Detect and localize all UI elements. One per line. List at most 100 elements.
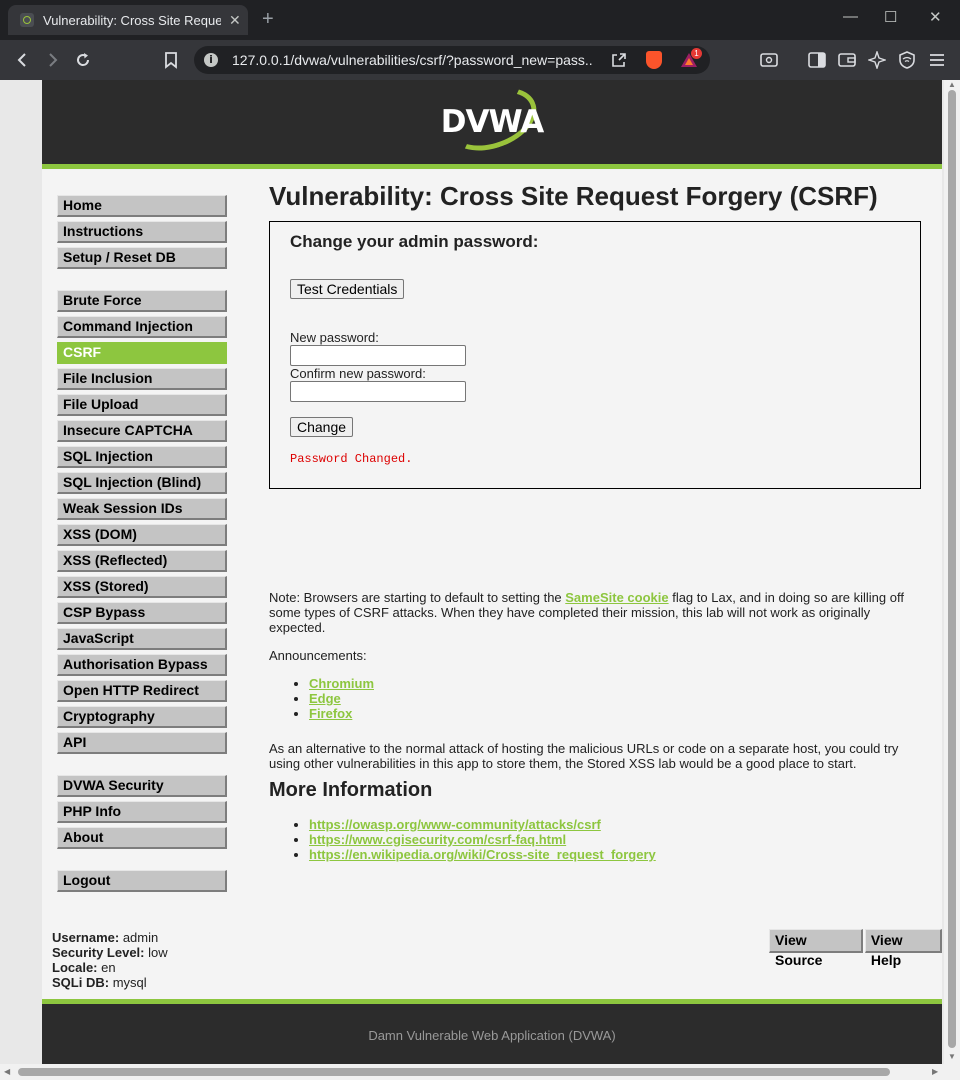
samesite-cookie-link[interactable]: SameSite cookie: [565, 590, 668, 605]
tab-title: Vulnerability: Cross Site Request: [43, 12, 221, 28]
menu-item-api[interactable]: API: [57, 732, 227, 754]
menu-item-instructions[interactable]: Instructions: [57, 221, 227, 243]
horizontal-scrollbar[interactable]: ◀ ▶: [0, 1064, 960, 1080]
menu-item-command-injection[interactable]: Command Injection: [57, 316, 227, 338]
change-button[interactable]: Change: [290, 417, 354, 437]
scroll-up-icon[interactable]: ▲: [948, 80, 956, 89]
menu-group-general: Home Instructions Setup / Reset DB: [57, 195, 227, 269]
list-item: Edge: [309, 691, 374, 706]
share-icon[interactable]: [610, 51, 628, 74]
menu-item-about[interactable]: About: [57, 827, 227, 849]
scroll-left-icon[interactable]: ◀: [4, 1067, 10, 1076]
menu-item-dvwa-security[interactable]: DVWA Security: [57, 775, 227, 797]
dvwa-logo[interactable]: DVWA: [438, 80, 546, 162]
wallet-icon[interactable]: [835, 48, 859, 72]
menu-item-xss-dom[interactable]: XSS (DOM): [57, 524, 227, 546]
samesite-note: Note: Browsers are starting to default t…: [269, 590, 919, 635]
list-item: https://en.wikipedia.org/wiki/Cross-site…: [309, 847, 656, 862]
vertical-scroll-thumb[interactable]: [948, 90, 956, 1048]
forward-icon[interactable]: [40, 48, 64, 72]
menu-item-logout[interactable]: Logout: [57, 870, 227, 892]
new-tab-icon[interactable]: +: [262, 9, 274, 29]
menu-item-file-inclusion[interactable]: File Inclusion: [57, 368, 227, 390]
minimize-icon[interactable]: —: [843, 8, 858, 25]
sqli-db-row: SQLi DB: mysql: [52, 975, 168, 990]
menu-item-javascript[interactable]: JavaScript: [57, 628, 227, 650]
main-menu: Home Instructions Setup / Reset DB Brute…: [57, 195, 227, 896]
address-bar[interactable]: i 127.0.0.1/dvwa/vulnerabilities/csrf/?p…: [194, 46, 710, 74]
view-help-button[interactable]: View Help: [864, 929, 942, 968]
view-source-button[interactable]: View Source: [769, 929, 863, 968]
confirm-password-field[interactable]: [290, 381, 466, 402]
menu-item-sql-injection[interactable]: SQL Injection: [57, 446, 227, 468]
menu-item-file-upload[interactable]: File Upload: [57, 394, 227, 416]
menu-item-cryptography[interactable]: Cryptography: [57, 706, 227, 728]
maximize-icon[interactable]: ☐: [884, 8, 897, 26]
page-viewport: DVWA Home Instructions Setup / Reset DB …: [0, 80, 944, 1064]
site-info-icon[interactable]: i: [204, 53, 218, 67]
test-credentials-button[interactable]: Test Credentials: [290, 279, 405, 299]
source-help-buttons: View Source View Help: [769, 929, 942, 968]
menu-icon[interactable]: [925, 48, 949, 72]
note-prefix: Note: Browsers are starting to default t…: [269, 590, 566, 605]
sqli-db-label: SQLi DB:: [52, 975, 110, 990]
window-close-icon[interactable]: ✕: [929, 8, 942, 26]
security-level-label: Security Level:: [52, 945, 145, 960]
wikipedia-link[interactable]: https://en.wikipedia.org/wiki/Cross-site…: [309, 847, 656, 862]
menu-item-home[interactable]: Home: [57, 195, 227, 217]
brave-shields-icon[interactable]: [646, 51, 662, 69]
owasp-link[interactable]: https://owasp.org/www-community/attacks/…: [309, 817, 601, 832]
menu-item-xss-stored[interactable]: XSS (Stored): [57, 576, 227, 598]
horizontal-scroll-thumb[interactable]: [18, 1068, 890, 1076]
user-info: Username: admin Security Level: low Loca…: [52, 930, 168, 990]
edge-link[interactable]: Edge: [309, 691, 341, 706]
list-item: Firefox: [309, 706, 374, 721]
main-body: Vulnerability: Cross Site Request Forger…: [269, 180, 922, 862]
username-row: Username: admin: [52, 930, 168, 945]
browser-tab[interactable]: Vulnerability: Cross Site Request ✕: [8, 5, 248, 35]
menu-item-sql-injection-blind[interactable]: SQL Injection (Blind): [57, 472, 227, 494]
more-info-list: https://owasp.org/www-community/attacks/…: [269, 817, 656, 862]
bookmark-icon[interactable]: [159, 48, 183, 72]
password-change-form: Change your admin password: Test Credent…: [269, 221, 921, 489]
vertical-scrollbar[interactable]: ▲ ▼: [944, 80, 960, 1064]
dvwa-footer: Damn Vulnerable Web Application (DVWA): [42, 999, 942, 1064]
alternative-text: As an alternative to the normal attack o…: [269, 741, 899, 771]
url-text[interactable]: 127.0.0.1/dvwa/vulnerabilities/csrf/?pas…: [232, 52, 592, 68]
menu-item-csp-bypass[interactable]: CSP Bypass: [57, 602, 227, 624]
sqli-db-value: mysql: [112, 975, 147, 990]
list-item: https://www.cgisecurity.com/csrf-faq.htm…: [309, 832, 656, 847]
new-password-field[interactable]: [290, 345, 466, 366]
menu-item-brute-force[interactable]: Brute Force: [57, 290, 227, 312]
list-item: Chromium: [309, 676, 374, 691]
dvwa-header: DVWA: [42, 80, 942, 169]
menu-item-csrf[interactable]: CSRF: [57, 342, 227, 364]
menu-item-setup[interactable]: Setup / Reset DB: [57, 247, 227, 269]
chromium-link[interactable]: Chromium: [309, 676, 374, 691]
reload-icon[interactable]: [71, 48, 95, 72]
security-level-value: low: [148, 945, 168, 960]
vpn-icon[interactable]: [895, 48, 919, 72]
page-title: Vulnerability: Cross Site Request Forger…: [269, 181, 878, 211]
sidebar-icon[interactable]: [805, 48, 829, 72]
firefox-link[interactable]: Firefox: [309, 706, 352, 721]
security-level-row: Security Level: low: [52, 945, 168, 960]
close-tab-icon[interactable]: ✕: [229, 12, 241, 29]
back-icon[interactable]: [11, 48, 35, 72]
new-password-label: New password:: [290, 330, 379, 345]
reading-mode-icon[interactable]: [757, 48, 781, 72]
menu-item-insecure-captcha[interactable]: Insecure CAPTCHA: [57, 420, 227, 442]
menu-item-open-http-redirect[interactable]: Open HTTP Redirect: [57, 680, 227, 702]
tab-strip: Vulnerability: Cross Site Request ✕ + — …: [0, 0, 960, 40]
menu-item-authorisation-bypass[interactable]: Authorisation Bypass: [57, 654, 227, 676]
cgisecurity-link[interactable]: https://www.cgisecurity.com/csrf-faq.htm…: [309, 832, 566, 847]
scroll-down-icon[interactable]: ▼: [948, 1052, 956, 1061]
announcements-list: Chromium Edge Firefox: [269, 676, 374, 721]
menu-item-weak-session-ids[interactable]: Weak Session IDs: [57, 498, 227, 520]
confirm-password-label: Confirm new password:: [290, 366, 426, 381]
menu-item-xss-reflected[interactable]: XSS (Reflected): [57, 550, 227, 572]
menu-item-php-info[interactable]: PHP Info: [57, 801, 227, 823]
username-label: Username:: [52, 930, 120, 945]
leo-ai-icon[interactable]: [865, 48, 889, 72]
scroll-right-icon[interactable]: ▶: [932, 1067, 938, 1076]
